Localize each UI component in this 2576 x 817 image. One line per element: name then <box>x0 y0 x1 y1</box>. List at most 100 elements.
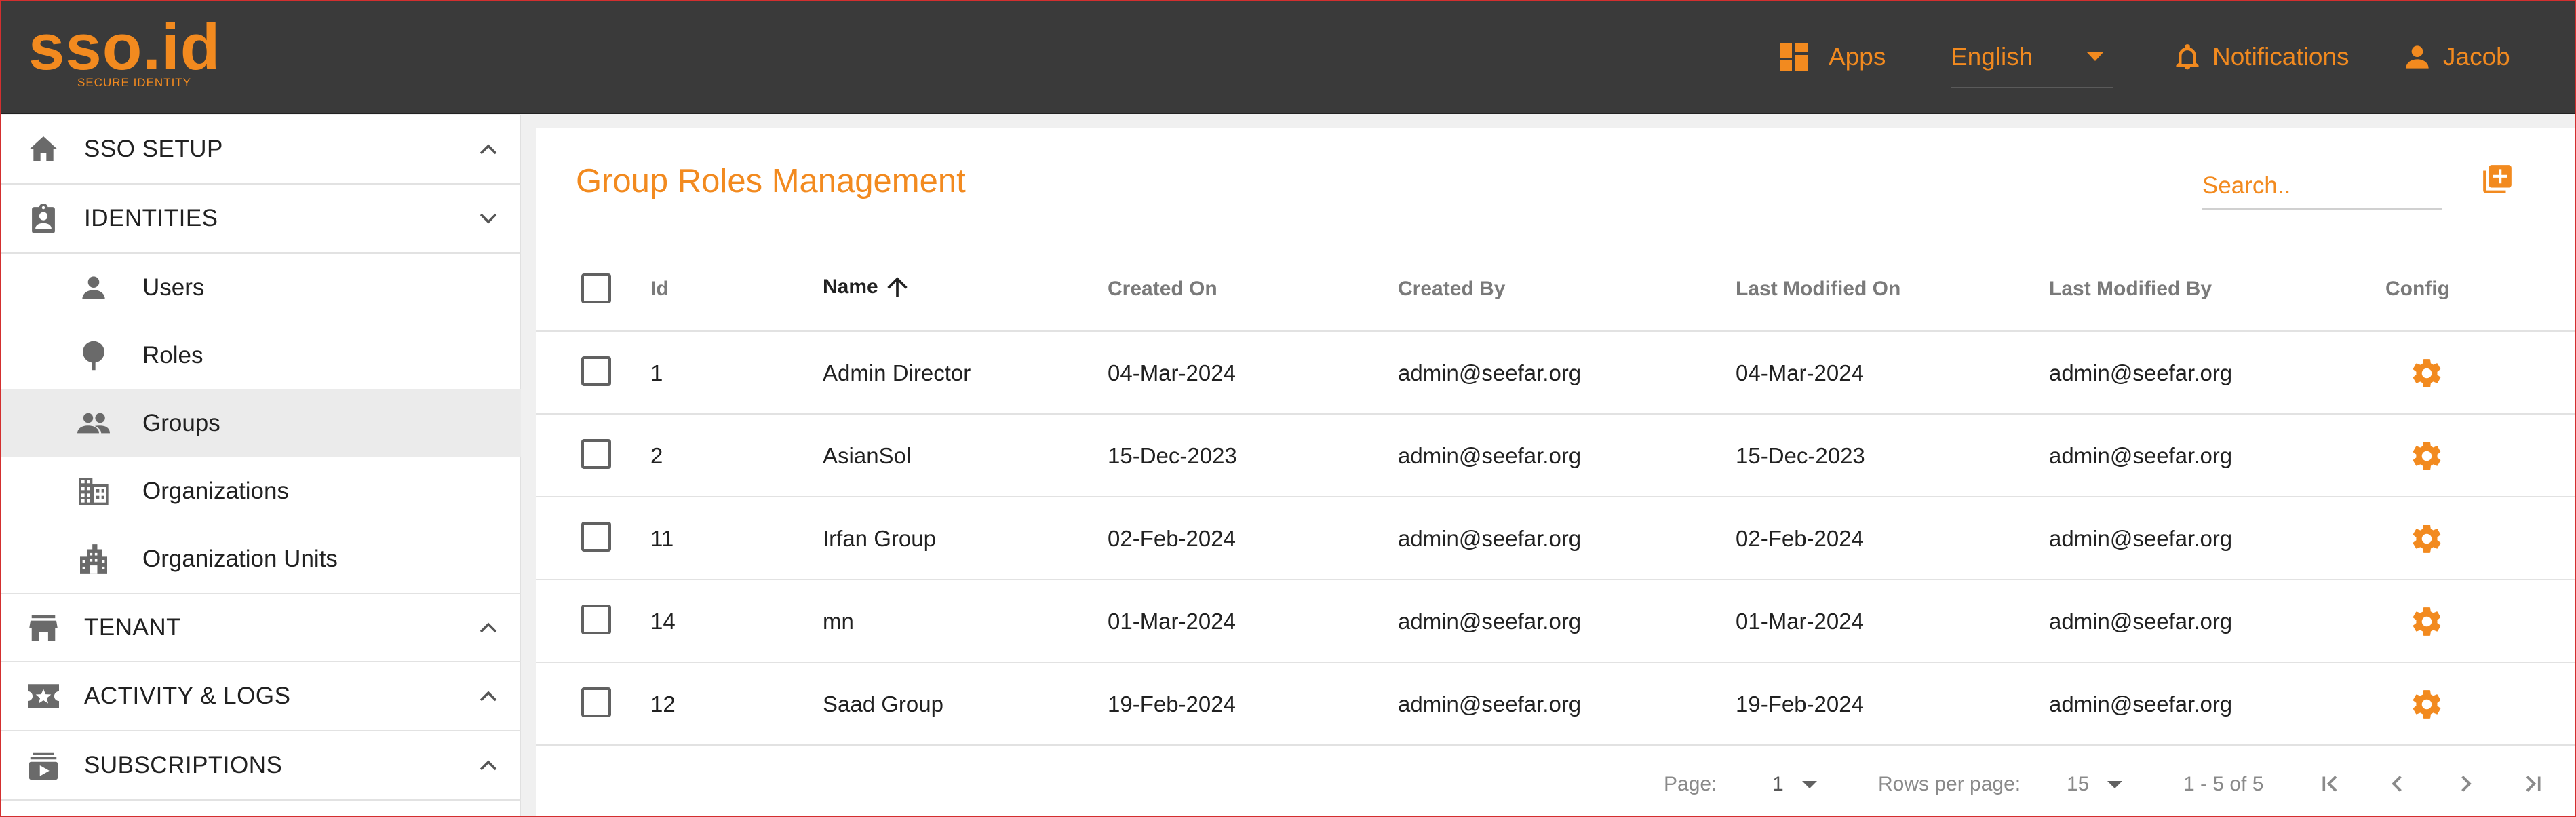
cell-modified-on: 01-Mar-2024 <box>1736 609 1864 634</box>
sidebar-item-organizations[interactable]: Organizations <box>0 457 521 525</box>
page-select[interactable]: 1 <box>1772 773 1784 796</box>
gear-icon <box>2413 442 2441 470</box>
gear-icon <box>2413 690 2441 719</box>
apps-button[interactable]: Apps <box>1780 38 1886 76</box>
sidebar-item-groups[interactable]: Groups <box>0 390 521 457</box>
first-page-button[interactable] <box>2315 769 2345 799</box>
notifications-label: Notifications <box>2212 43 2349 71</box>
row-checkbox[interactable] <box>581 522 611 552</box>
language-select[interactable]: English <box>1951 38 2104 76</box>
config-gear-button[interactable] <box>2410 687 2444 721</box>
chevron-right-icon <box>2461 776 2472 792</box>
cell-modified-on: 02-Feb-2024 <box>1736 526 1864 551</box>
sidebar-section-sso-setup[interactable]: SSO SETUP <box>0 115 521 185</box>
config-gear-button[interactable] <box>2410 522 2444 556</box>
page-title: Group Roles Management <box>576 163 966 200</box>
cell-created-on: 19-Feb-2024 <box>1108 691 1236 717</box>
building-icon <box>77 475 110 508</box>
cell-modified-on: 15-Dec-2023 <box>1736 443 1865 468</box>
column-header-created-on[interactable]: Created On <box>1108 278 1217 301</box>
cell-name: AsianSol <box>823 443 912 468</box>
gear-icon <box>2413 525 2441 553</box>
column-header-name[interactable]: Name <box>823 272 912 302</box>
sidebar-item-label: Users <box>142 274 205 301</box>
cell-modified-on: 04-Mar-2024 <box>1736 360 1864 385</box>
language-value: English <box>1951 43 2033 71</box>
chevron-up-icon <box>475 614 502 641</box>
table-row[interactable]: 11 Irfan Group 02-Feb-2024 admin@seefar.… <box>536 497 2576 580</box>
first-page-icon <box>2322 776 2337 792</box>
row-checkbox[interactable] <box>581 687 611 717</box>
chevron-left-icon <box>2392 776 2402 792</box>
notifications-button[interactable]: Notifications <box>2176 38 2349 76</box>
row-checkbox[interactable] <box>581 605 611 634</box>
person-icon <box>77 271 110 304</box>
rows-per-page-select[interactable]: 15 <box>2067 773 2089 796</box>
search-input[interactable] <box>2202 164 2442 210</box>
caret-down-icon[interactable] <box>1802 781 1817 789</box>
select-all-checkbox[interactable] <box>581 273 611 303</box>
page-label: Page: <box>1664 773 1717 795</box>
sidebar-section-identities[interactable]: IDENTITIES <box>0 185 521 254</box>
sidebar-item-organization-units[interactable]: Organization Units <box>0 525 521 593</box>
table-header: Id Name Created On Created By Last Modif… <box>536 246 2576 332</box>
sidebar-section-subscriptions[interactable]: SUBSCRIPTIONS <box>0 732 521 801</box>
chevron-down-icon <box>475 205 502 232</box>
caret-down-icon[interactable] <box>2107 781 2122 789</box>
gear-icon <box>2413 607 2441 636</box>
cell-modified-on: 19-Feb-2024 <box>1736 691 1864 717</box>
rows-per-page-label: Rows per page: <box>1878 773 2021 795</box>
sidebar-section-label: IDENTITIES <box>84 205 218 231</box>
subscriptions-icon <box>27 749 60 782</box>
badge-icon <box>27 202 60 235</box>
logo[interactable]: sso.id SECURE IDENTITY <box>28 15 232 91</box>
table-row[interactable]: 14 mn 01-Mar-2024 admin@seefar.org 01-Ma… <box>536 580 2576 663</box>
table-row[interactable]: 2 AsianSol 15-Dec-2023 admin@seefar.org … <box>536 415 2576 497</box>
cell-modified-by: admin@seefar.org <box>2049 360 2233 385</box>
pagination-bar: Page: 1 Rows per page: 15 1 - 5 of 5 <box>536 753 2576 817</box>
cell-id: 12 <box>650 691 676 717</box>
cell-created-by: admin@seefar.org <box>1398 526 1582 551</box>
previous-page-button[interactable] <box>2383 769 2413 799</box>
chevron-up-icon <box>475 136 502 163</box>
library-add-icon <box>2483 165 2512 193</box>
cell-created-by: admin@seefar.org <box>1398 360 1582 385</box>
last-page-button[interactable] <box>2518 769 2548 799</box>
config-gear-button[interactable] <box>2410 356 2444 390</box>
row-checkbox[interactable] <box>581 356 611 386</box>
sidebar-item-label: Groups <box>142 410 220 436</box>
caret-down-icon <box>2087 52 2104 61</box>
sidebar-item-roles[interactable]: Roles <box>0 322 521 390</box>
logo-tagline: SECURE IDENTITY <box>77 76 192 89</box>
sidebar-section-activity-logs[interactable]: ACTIVITY & LOGS <box>0 662 521 732</box>
column-header-created-by[interactable]: Created By <box>1398 278 1505 301</box>
row-checkbox[interactable] <box>581 439 611 469</box>
apps-grid-icon <box>1780 43 1808 71</box>
column-header-last-modified-by[interactable]: Last Modified By <box>2049 278 2212 301</box>
language-select-underline <box>1951 87 2113 88</box>
sidebar-item-label: Roles <box>142 342 203 368</box>
table-row[interactable]: 1 Admin Director 04-Mar-2024 admin@seefa… <box>536 332 2576 415</box>
sidebar: SSO SETUP IDENTITIES Users Roles Groups … <box>0 115 521 817</box>
table-row[interactable]: 12 Saad Group 19-Feb-2024 admin@seefar.o… <box>536 663 2576 746</box>
config-gear-button[interactable] <box>2410 605 2444 639</box>
config-gear-button[interactable] <box>2410 439 2444 473</box>
sidebar-section-label: SSO SETUP <box>84 136 223 162</box>
add-group-button[interactable] <box>2480 162 2520 202</box>
next-page-button[interactable] <box>2451 769 2480 799</box>
cell-name: Saad Group <box>823 691 943 717</box>
people-icon <box>77 407 110 440</box>
sidebar-section-tenant[interactable]: TENANT <box>0 593 521 662</box>
cell-id: 2 <box>650 443 663 468</box>
cell-created-on: 15-Dec-2023 <box>1108 443 1237 468</box>
user-menu-button[interactable]: Jacob <box>2404 38 2510 76</box>
main-card: Group Roles Management Id Name Created O… <box>536 128 2576 817</box>
column-header-id[interactable]: Id <box>650 278 669 301</box>
cell-modified-by: admin@seefar.org <box>2049 443 2233 468</box>
cell-name: mn <box>823 609 854 634</box>
sidebar-item-users[interactable]: Users <box>0 254 521 322</box>
cell-created-on: 02-Feb-2024 <box>1108 526 1236 551</box>
store-icon <box>27 611 60 644</box>
cell-created-by: admin@seefar.org <box>1398 443 1582 468</box>
column-header-last-modified-on[interactable]: Last Modified On <box>1736 278 1900 301</box>
